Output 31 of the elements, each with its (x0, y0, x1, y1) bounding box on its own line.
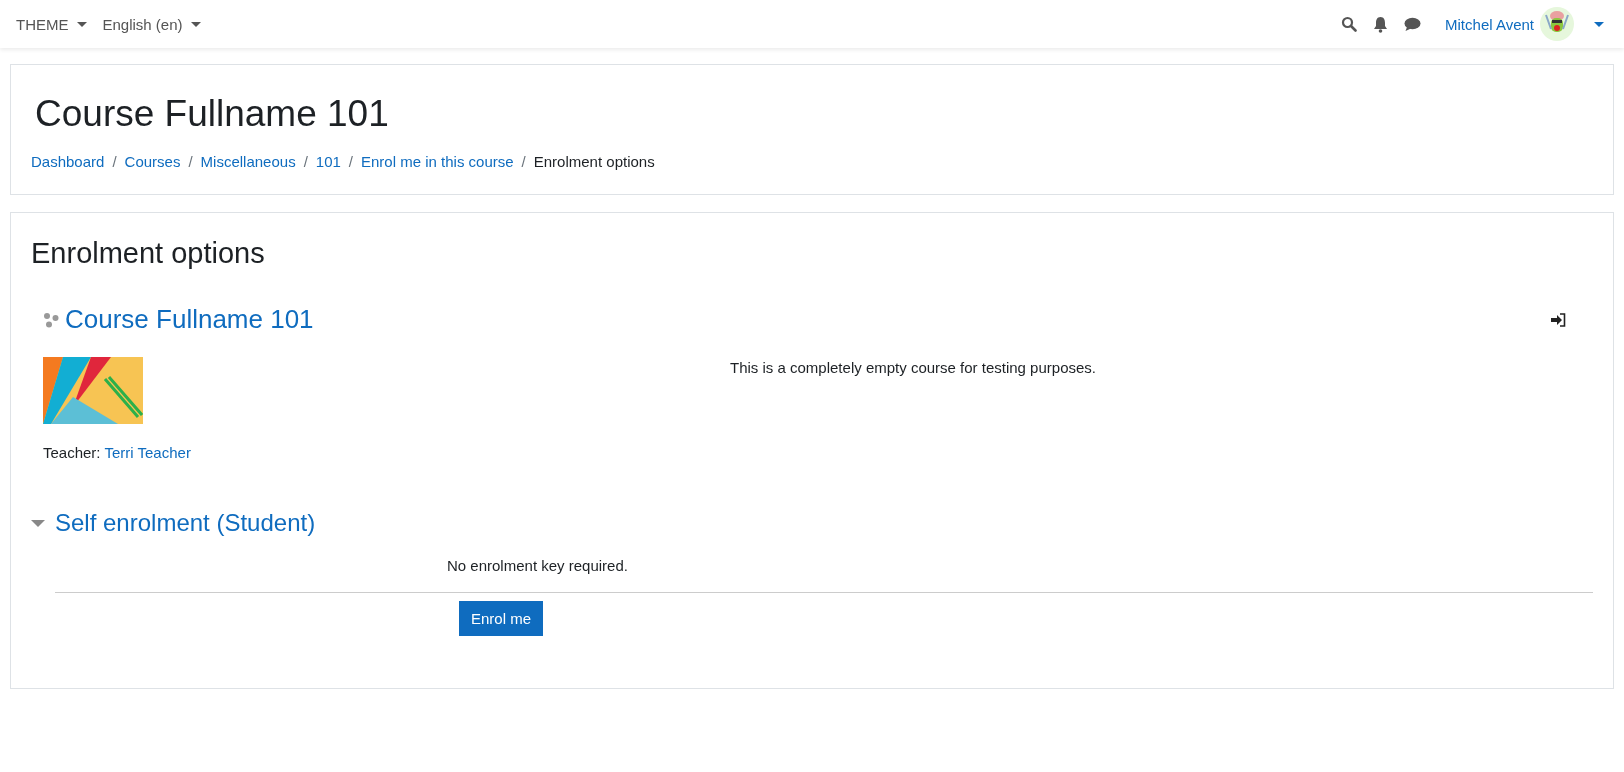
search-icon[interactable] (1341, 16, 1358, 32)
sign-in-icon[interactable] (1551, 312, 1566, 327)
breadcrumb-separator: / (188, 153, 193, 170)
breadcrumb-separator: / (112, 153, 117, 170)
course-title-link[interactable]: Course Fullname 101 (65, 304, 314, 335)
teacher-link[interactable]: Terri Teacher (104, 444, 191, 461)
collapse-caret-icon[interactable] (31, 519, 45, 527)
user-name-link[interactable]: Mitchel Avent (1445, 15, 1534, 33)
enrol-button[interactable]: Enrol me (459, 601, 544, 636)
dropdown-menu[interactable]: THEME (16, 15, 87, 33)
section-heading: Enrolment options (31, 237, 266, 270)
page-title: Course Fullname 101 (35, 93, 390, 135)
course-icon (43, 311, 59, 328)
teacher-label: Teacher: (43, 444, 101, 461)
breadcrumb-link[interactable]: Miscellaneous (200, 153, 296, 170)
user-menu-caret-icon[interactable] (1594, 21, 1604, 27)
dropdown-menu[interactable]: English (en) (102, 15, 201, 33)
breadcrumb-link[interactable]: Courses (124, 153, 181, 170)
course-summary: This is a completely empty course for testing purposes. (730, 359, 1096, 378)
breadcrumb-separator: / (348, 153, 353, 170)
breadcrumb-separator: / (303, 153, 308, 170)
breadcrumb-link[interactable]: Enrol me in this course (361, 153, 514, 170)
enrolment-method-title[interactable]: Self enrolment (Student) (55, 509, 316, 537)
breadcrumb-current: Enrolment options (533, 153, 655, 170)
chat-bubble-icon[interactable] (1404, 16, 1422, 32)
avatar-icon[interactable] (1540, 7, 1574, 41)
breadcrumb-separator: / (521, 153, 526, 170)
enrolment-note: No enrolment key required. (447, 557, 629, 574)
bell-icon[interactable] (1373, 15, 1389, 33)
breadcrumb-link[interactable]: 101 (315, 153, 341, 170)
breadcrumb-link[interactable]: Dashboard (31, 153, 105, 170)
